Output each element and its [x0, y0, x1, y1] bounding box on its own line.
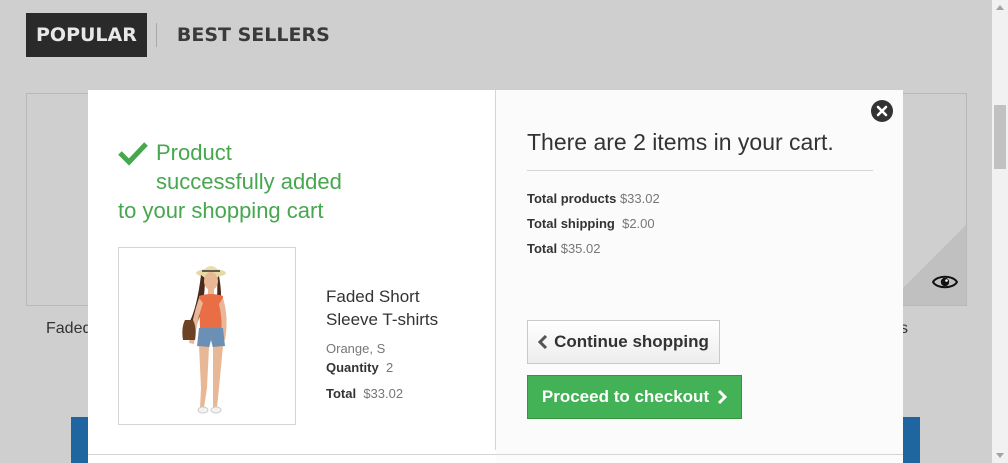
total-shipping-label: Total shipping [527, 216, 615, 231]
proceed-to-checkout-button[interactable]: Proceed to checkout [527, 375, 742, 419]
product-image-box-right[interactable] [902, 93, 967, 306]
product-tabs: POPULAR BEST SELLERS [26, 13, 340, 57]
total-products-line: Total products $33.02 [527, 190, 660, 207]
total-products-label: Total products [527, 191, 617, 206]
page-scrollbar[interactable] [992, 0, 1008, 463]
success-line-3: to your shopping cart [118, 198, 324, 223]
tab-separator [155, 23, 157, 47]
product-name-line-2: Sleeve T-shirts [326, 310, 439, 329]
product-attributes: Orange, S [326, 341, 386, 356]
total-shipping-value: $2.00 [622, 216, 655, 231]
total-shipping-line: Total shipping $2.00 [527, 215, 660, 232]
modal-cart-panel: There are 2 items in your cart. Total pr… [496, 90, 903, 463]
add-to-cart-button-right[interactable] [903, 417, 920, 463]
quantity-label: Quantity [326, 360, 379, 375]
scroll-thumb[interactable] [994, 105, 1006, 169]
product-photo [182, 266, 227, 414]
success-line-1: Product [156, 140, 232, 165]
product-name-line-1: Faded Short [326, 287, 420, 306]
quantity-value: 2 [385, 360, 394, 375]
continue-shopping-button[interactable]: Continue shopping [527, 320, 720, 364]
proceed-to-checkout-label: Proceed to checkout [541, 387, 710, 406]
product-name: Faded Short Sleeve T-shirts [326, 285, 486, 331]
chevron-left-icon [538, 335, 548, 349]
eye-icon[interactable] [932, 273, 958, 291]
product-quantity: Quantity 2 [326, 360, 486, 375]
cart-total-label: Total [527, 241, 558, 256]
continue-shopping-label: Continue shopping [554, 332, 709, 351]
chevron-right-icon [718, 390, 728, 404]
quick-view-corner [903, 225, 966, 305]
product-total-label: Total [326, 386, 357, 401]
product-total-value: $33.02 [363, 386, 404, 401]
scroll-down-icon[interactable] [996, 453, 1004, 458]
product-total: Total $33.02 [326, 386, 486, 401]
product-name-left[interactable]: Faded [46, 320, 91, 338]
modal-bottom-divider [88, 454, 903, 455]
scroll-up-icon[interactable] [996, 5, 1004, 10]
tab-popular[interactable]: POPULAR [26, 13, 147, 57]
total-products-value: $33.02 [619, 191, 660, 206]
tab-best-sellers[interactable]: BEST SELLERS [167, 13, 340, 57]
cart-summary-title: There are 2 items in your cart. [527, 129, 873, 171]
cart-totals: Total products $33.02 Total shipping $2.… [527, 190, 660, 265]
product-info: Faded Short Sleeve T-shirts Orange, S Qu… [326, 285, 486, 401]
success-message: Product successfully added to your shopp… [118, 138, 378, 225]
cart-total-value: $35.02 [560, 241, 601, 256]
product-image [118, 247, 296, 425]
add-to-cart-modal: Product successfully added to your shopp… [88, 90, 903, 463]
success-line-2: successfully added [156, 169, 342, 194]
modal-product-panel: Product successfully added to your shopp… [88, 90, 495, 450]
close-icon[interactable] [870, 99, 894, 123]
cart-total-line: Total $35.02 [527, 240, 660, 257]
